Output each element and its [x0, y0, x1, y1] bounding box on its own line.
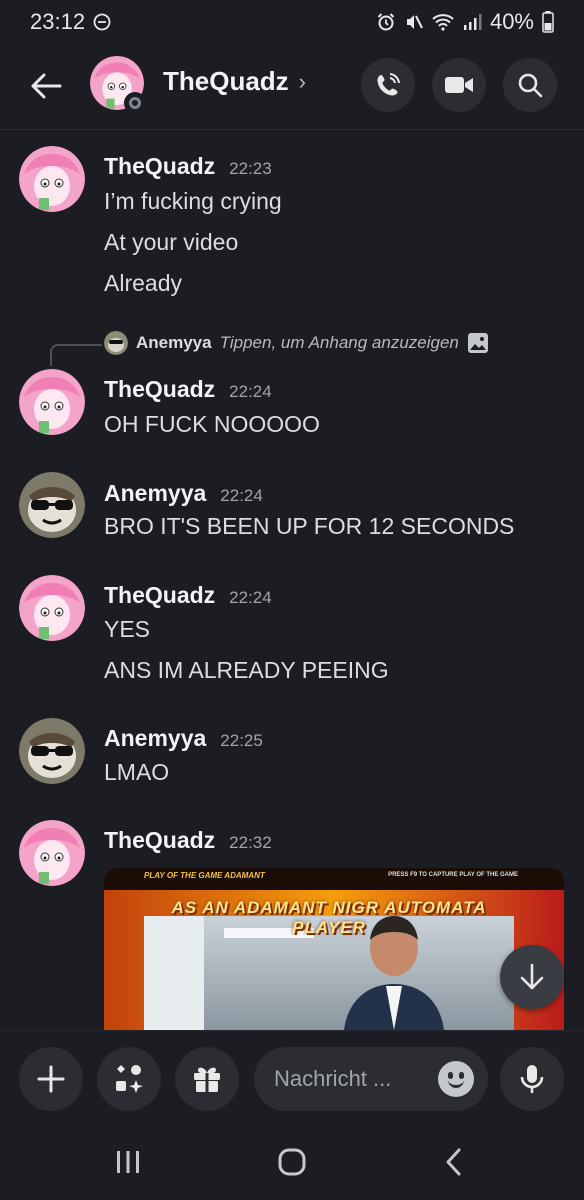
- image-attachment-icon: [467, 333, 488, 353]
- channel-name: TheQuadz: [163, 66, 289, 96]
- reply-avatar: [104, 331, 128, 355]
- message-timestamp: 22:24: [220, 486, 263, 505]
- phone-icon: [377, 73, 400, 96]
- emoji-button[interactable]: [438, 1061, 474, 1097]
- voice-call-button[interactable]: [361, 58, 415, 112]
- avatar-thequadz[interactable]: [19, 369, 85, 435]
- channel-title[interactable]: TheQuadz ›: [163, 66, 306, 97]
- reply-preview[interactable]: Anemyya Tippen, um Anhang anzuzeigen: [104, 331, 489, 355]
- chevron-right-icon: ›: [298, 68, 306, 94]
- home-icon: [278, 1148, 306, 1176]
- embed-top-left-text: PLAY OF THE GAME ADAMANT: [144, 871, 265, 880]
- apps-button[interactable]: [97, 1047, 161, 1111]
- recent-apps-icon: [117, 1151, 139, 1173]
- back-button[interactable]: [24, 64, 68, 108]
- message-header: TheQuadz 22:24: [104, 376, 272, 403]
- emoji-icon: [448, 1080, 464, 1088]
- message-text[interactable]: YES: [104, 616, 150, 643]
- jump-to-bottom-button[interactable]: [500, 945, 564, 1009]
- author-name[interactable]: Anemyya: [104, 725, 206, 752]
- recent-apps-button[interactable]: [106, 1142, 150, 1182]
- search-icon: [518, 73, 543, 98]
- reply-author: Anemyya: [136, 333, 212, 352]
- status-time: 23:12: [30, 9, 86, 34]
- avatar-anemyya[interactable]: [19, 718, 85, 784]
- author-name[interactable]: TheQuadz: [104, 376, 215, 403]
- message-header: TheQuadz 22:32: [104, 827, 272, 854]
- message-timestamp: 22:23: [229, 159, 272, 178]
- message-input[interactable]: Nachricht ...: [254, 1047, 488, 1111]
- do-not-disturb-icon: [93, 13, 111, 31]
- apps-icon: [116, 1065, 143, 1093]
- avatar-thequadz[interactable]: [19, 146, 85, 212]
- wifi-icon: [432, 13, 454, 31]
- voice-message-button[interactable]: [500, 1047, 564, 1111]
- video-call-button[interactable]: [432, 58, 486, 112]
- system-back-button[interactable]: [432, 1142, 476, 1182]
- message-text[interactable]: At your video: [104, 229, 238, 256]
- avatar-thequadz[interactable]: [19, 575, 85, 641]
- home-button[interactable]: [270, 1142, 314, 1182]
- message-timestamp: 22:24: [229, 588, 272, 607]
- add-attachment-button[interactable]: [19, 1047, 83, 1111]
- status-bar: 23:12 40%: [0, 0, 584, 44]
- image-attachment[interactable]: PLAY OF THE GAME ADAMANT PRESS F9 TO CAP…: [104, 868, 564, 1030]
- author-name[interactable]: TheQuadz: [104, 153, 215, 180]
- battery-percent: 40%: [489, 9, 534, 34]
- mute-icon: [404, 12, 424, 32]
- message-text[interactable]: BRO IT'S BEEN UP FOR 12 SECONDS: [104, 513, 514, 540]
- arrow-down-icon: [520, 963, 544, 990]
- message-timestamp: 22:25: [220, 731, 263, 750]
- chat-header: TheQuadz ›: [0, 44, 584, 130]
- author-name[interactable]: TheQuadz: [104, 582, 215, 609]
- embed-caption: AS AN ADAMANT NIGR AUTOMATA PLAYER: [171, 898, 487, 937]
- message-header: TheQuadz 22:23: [104, 153, 272, 180]
- message-timestamp: 22:32: [229, 833, 272, 852]
- message-text[interactable]: OH FUCK NOOOOO: [104, 411, 320, 438]
- message-text[interactable]: ANS IM ALREADY PEEING: [104, 657, 389, 684]
- reply-connector: [50, 344, 102, 366]
- author-name[interactable]: Anemyya: [104, 480, 206, 507]
- embed-top-right-text: PRESS F9 TO CAPTURE PLAY OF THE GAME: [388, 872, 518, 878]
- gift-button[interactable]: [175, 1047, 239, 1111]
- signal-icon: [462, 13, 482, 31]
- message-text[interactable]: LMAO: [104, 759, 169, 786]
- author-name[interactable]: TheQuadz: [104, 827, 215, 854]
- message-timestamp: 22:24: [229, 382, 272, 401]
- reply-text: Tippen, um Anhang anzuzeigen: [219, 333, 459, 352]
- gift-icon: [194, 1067, 220, 1092]
- avatar-thequadz[interactable]: [19, 820, 85, 886]
- message-input-placeholder: Nachricht ...: [274, 1066, 392, 1091]
- message-header: Anemyya 22:25: [104, 725, 263, 752]
- microphone-icon: [520, 1065, 544, 1093]
- message-text[interactable]: I’m fucking crying: [104, 188, 282, 215]
- battery-icon: [542, 11, 554, 33]
- offline-status-indicator: [124, 92, 146, 114]
- message-header: Anemyya 22:24: [104, 480, 263, 507]
- system-nav-bar: [0, 1124, 584, 1200]
- avatar-anemyya[interactable]: [19, 472, 85, 538]
- alarm-icon: [376, 12, 396, 32]
- message-text[interactable]: Already: [104, 270, 182, 297]
- chevron-left-icon: [446, 1148, 461, 1176]
- message-header: TheQuadz 22:24: [104, 582, 272, 609]
- back-arrow-icon: [31, 73, 62, 99]
- search-button[interactable]: [503, 58, 557, 112]
- message-composer: Nachricht ...: [0, 1030, 584, 1124]
- video-camera-icon: [445, 77, 473, 93]
- plus-icon: [37, 1065, 65, 1093]
